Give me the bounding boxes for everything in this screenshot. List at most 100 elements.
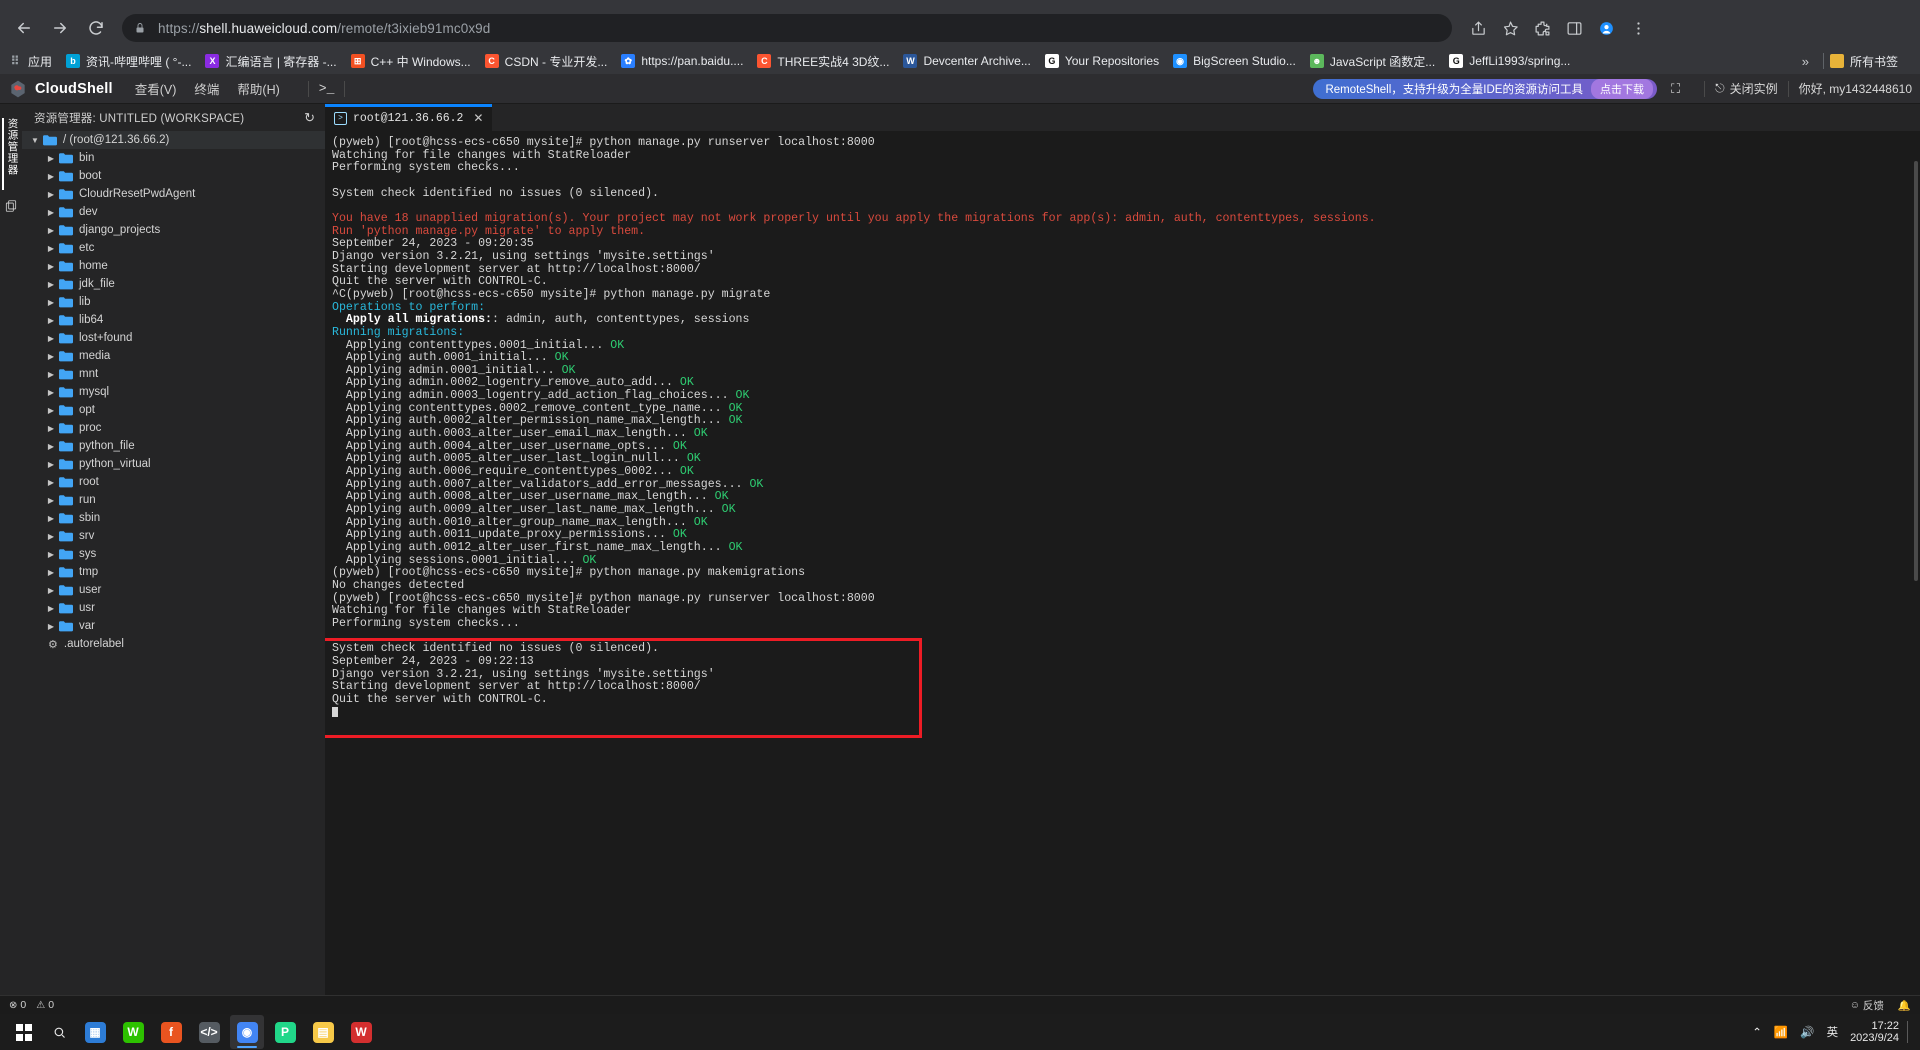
- rail-explorer-label[interactable]: 资源管理器: [1, 118, 21, 190]
- taskbar-app-wps[interactable]: W: [344, 1015, 378, 1049]
- tree-folder-item[interactable]: ▶ media: [22, 347, 325, 365]
- star-icon[interactable]: [1496, 14, 1524, 42]
- tree-folder-item[interactable]: ▶ lost+found: [22, 329, 325, 347]
- share-icon[interactable]: [1464, 14, 1492, 42]
- tree-folder-item[interactable]: ▶ usr: [22, 599, 325, 617]
- bookmark-item[interactable]: ⊞ C++ 中 Windows...: [350, 53, 471, 70]
- ime-indicator[interactable]: 英: [1827, 1024, 1839, 1040]
- address-bar[interactable]: https://shell.huaweicloud.com/remote/t3i…: [122, 14, 1452, 42]
- chevron-right-icon[interactable]: ▶: [44, 583, 58, 597]
- remoteshell-promo-banner[interactable]: RemoteShell，支持升级为全量IDE的资源访问工具 点击下载: [1313, 78, 1657, 99]
- taskbar-app-chrome[interactable]: ◉: [230, 1015, 264, 1049]
- chevron-right-icon[interactable]: ▶: [44, 475, 58, 489]
- status-warnings[interactable]: ⚠ 0: [36, 999, 54, 1011]
- chevron-right-icon[interactable]: ▶: [44, 565, 58, 579]
- close-icon[interactable]: ✕: [473, 111, 483, 125]
- bookmark-item[interactable]: ◉ BigScreen Studio...: [1173, 54, 1296, 68]
- chevron-right-icon[interactable]: ▶: [44, 403, 58, 417]
- promo-download-button[interactable]: 点击下载: [1590, 78, 1653, 99]
- bookmark-item[interactable]: b 资讯-哔哩哔哩 ( °-...: [66, 53, 191, 70]
- chevron-right-icon[interactable]: ▶: [44, 349, 58, 363]
- chevron-right-icon[interactable]: ▶: [44, 223, 58, 237]
- tree-folder-item[interactable]: ▶ django_projects: [22, 221, 325, 239]
- chevron-right-icon[interactable]: ▶: [44, 331, 58, 345]
- tree-folder-item[interactable]: ▶ run: [22, 491, 325, 509]
- refresh-icon[interactable]: ↻: [304, 110, 315, 126]
- menu-help[interactable]: 帮助(H): [237, 79, 279, 98]
- status-feedback[interactable]: ☺ 反馈: [1850, 998, 1884, 1013]
- tree-folder-item[interactable]: ▶ sbin: [22, 509, 325, 527]
- taskbar-app-wechat[interactable]: W: [116, 1015, 150, 1049]
- tree-folder-item[interactable]: ▶ bin: [22, 149, 325, 167]
- tree-folder-item[interactable]: ▶ mnt: [22, 365, 325, 383]
- tree-folder-item[interactable]: ▶ tmp: [22, 563, 325, 581]
- tree-file-item[interactable]: ⚙ .autorelabel: [22, 635, 325, 653]
- chevron-down-icon[interactable]: ▼: [28, 133, 42, 147]
- side-panel-icon[interactable]: [1560, 14, 1588, 42]
- puzzle-icon[interactable]: [1528, 14, 1556, 42]
- tree-folder-item[interactable]: ▶ user: [22, 581, 325, 599]
- chevron-right-icon[interactable]: ▶: [44, 151, 58, 165]
- bookmark-item[interactable]: ✿ https://pan.baidu....: [621, 54, 743, 68]
- menu-view[interactable]: 查看(V): [135, 79, 177, 98]
- profile-avatar-icon[interactable]: [1592, 14, 1620, 42]
- chevron-right-icon[interactable]: ▶: [44, 601, 58, 615]
- chevron-right-icon[interactable]: ▶: [44, 457, 58, 471]
- bookmark-item[interactable]: ☻ JavaScript 函数定...: [1309, 53, 1435, 70]
- tree-root-item[interactable]: ▼ / (root@121.36.66.2): [22, 131, 325, 149]
- tree-folder-item[interactable]: ▶ jdk_file: [22, 275, 325, 293]
- tree-folder-item[interactable]: ▶ srv: [22, 527, 325, 545]
- clock[interactable]: 17:22 2023/9/24: [1850, 1020, 1899, 1044]
- file-tree[interactable]: ▼ / (root@121.36.66.2) ▶ bin ▶ boot ▶ CloudrRes…: [22, 131, 325, 995]
- close-instance-button[interactable]: ⎋ 关闭实例: [1715, 80, 1778, 97]
- new-terminal-icon[interactable]: >_: [319, 81, 335, 96]
- tree-folder-item[interactable]: ▶ home: [22, 257, 325, 275]
- windows-start-icon[interactable]: [4, 1015, 42, 1049]
- tree-folder-item[interactable]: ▶ root: [22, 473, 325, 491]
- chevron-right-icon[interactable]: ▶: [44, 493, 58, 507]
- terminal-tab[interactable]: > root@121.36.66.2 ✕: [325, 104, 493, 131]
- terminal-scrollbar[interactable]: [1914, 161, 1918, 581]
- chevron-right-icon[interactable]: ▶: [44, 277, 58, 291]
- search-icon[interactable]: [42, 1015, 76, 1049]
- reload-icon[interactable]: [80, 12, 112, 44]
- chevron-right-icon[interactable]: ▶: [44, 187, 58, 201]
- tree-folder-item[interactable]: ▶ lib: [22, 293, 325, 311]
- forward-arrow-icon[interactable]: [44, 12, 76, 44]
- tree-folder-item[interactable]: ▶ mysql: [22, 383, 325, 401]
- chevron-right-icon[interactable]: ▶: [44, 619, 58, 633]
- taskbar-app-firefox[interactable]: f: [154, 1015, 188, 1049]
- bookmark-item[interactable]: X 汇编语言 | 寄存器 -...: [205, 53, 337, 70]
- back-arrow-icon[interactable]: [8, 12, 40, 44]
- copy-files-icon[interactable]: [4, 199, 18, 218]
- tree-folder-item[interactable]: ▶ python_virtual: [22, 455, 325, 473]
- chevron-right-icon[interactable]: ▶: [44, 511, 58, 525]
- tree-folder-item[interactable]: ▶ proc: [22, 419, 325, 437]
- all-bookmarks-button[interactable]: 所有书签: [1829, 53, 1898, 70]
- bookmark-item[interactable]: G Your Repositories: [1044, 54, 1159, 68]
- chevron-right-icon[interactable]: ▶: [44, 529, 58, 543]
- chevron-right-icon[interactable]: ▶: [44, 313, 58, 327]
- menu-terminal[interactable]: 终端: [194, 79, 219, 98]
- chevron-right-icon[interactable]: ▶: [44, 367, 58, 381]
- chevron-right-icon[interactable]: ▶: [44, 169, 58, 183]
- bookmark-item[interactable]: G JeffLi1993/spring...: [1449, 54, 1570, 68]
- taskbar-app-file-explorer[interactable]: ▤: [306, 1015, 340, 1049]
- network-icon[interactable]: 📶: [1774, 1025, 1788, 1039]
- tree-folder-item[interactable]: ▶ CloudrResetPwdAgent: [22, 185, 325, 203]
- chevron-right-icon[interactable]: ▶: [44, 439, 58, 453]
- status-errors[interactable]: ⊗ 0: [9, 999, 26, 1011]
- chevron-right-icon[interactable]: ▶: [44, 259, 58, 273]
- taskbar-app-pycharm[interactable]: P: [268, 1015, 302, 1049]
- taskbar-app-code-editor[interactable]: </>: [192, 1015, 226, 1049]
- chevron-right-icon[interactable]: ▶: [44, 241, 58, 255]
- chevron-right-icon[interactable]: ▶: [44, 421, 58, 435]
- tree-folder-item[interactable]: ▶ var: [22, 617, 325, 635]
- bookmark-item[interactable]: C THREE实战4 3D纹...: [757, 53, 889, 70]
- tree-folder-item[interactable]: ▶ opt: [22, 401, 325, 419]
- tree-folder-item[interactable]: ▶ etc: [22, 239, 325, 257]
- bell-icon[interactable]: 🔔: [1898, 999, 1911, 1012]
- chevron-right-icon[interactable]: ▶: [44, 547, 58, 561]
- tree-folder-item[interactable]: ▶ boot: [22, 167, 325, 185]
- bookmark-item[interactable]: W Devcenter Archive...: [903, 54, 1031, 68]
